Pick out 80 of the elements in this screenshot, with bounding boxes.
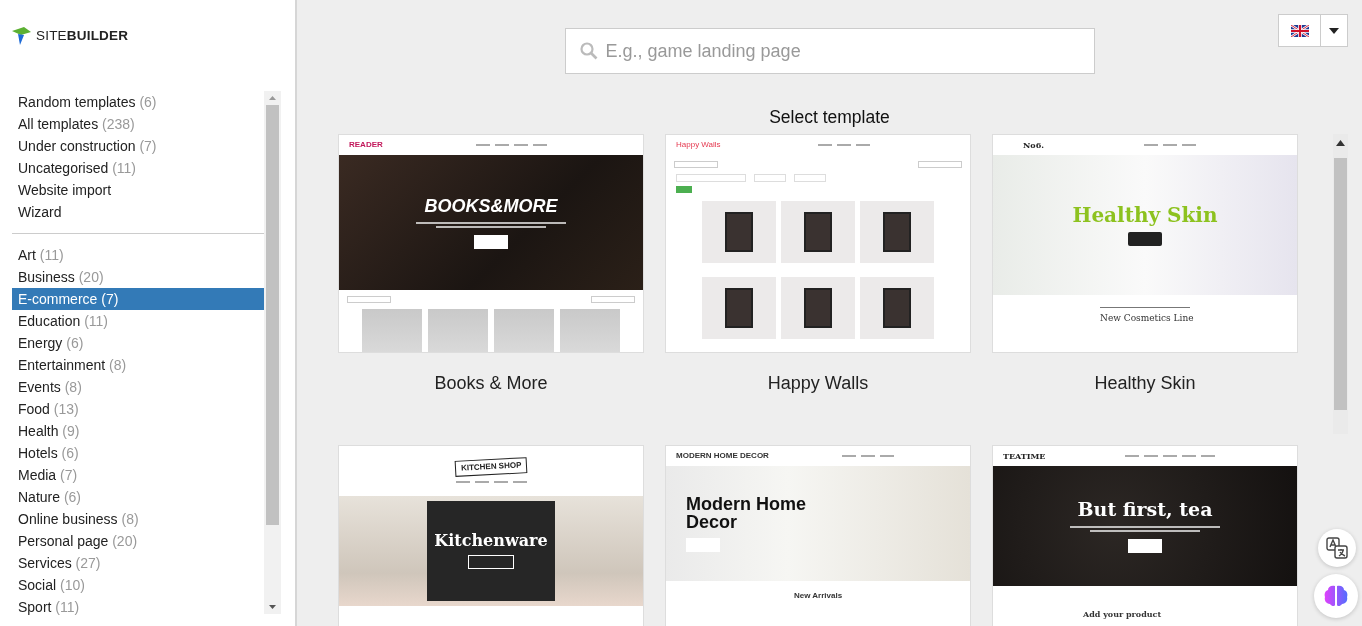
category-link[interactable]: Hotels (6) — [12, 442, 264, 464]
section-title: New Arrivals — [792, 590, 844, 603]
scroll-up-icon[interactable] — [1336, 140, 1345, 147]
site-logo: No6. — [1023, 139, 1044, 152]
book-photo — [428, 309, 488, 353]
category-link[interactable]: Education (11) — [12, 310, 264, 332]
scrollbar[interactable] — [264, 91, 281, 614]
search-field[interactable]: E.g., game landing page — [564, 28, 1095, 74]
logo-icon — [12, 26, 32, 46]
section-title: Add your product — [1082, 608, 1163, 621]
hero-button — [1128, 538, 1162, 553]
template-preview[interactable]: READER BOOKS&MORE — [338, 134, 644, 354]
assistant-button[interactable] — [1314, 574, 1358, 618]
category-link[interactable]: Food (13) — [12, 398, 264, 420]
scrollbar[interactable] — [1333, 134, 1348, 435]
hero-button — [468, 555, 514, 570]
template-name: Happy Walls — [766, 372, 870, 396]
category-link[interactable]: Nature (6) — [12, 486, 264, 508]
hero-button — [1128, 231, 1162, 246]
category-link[interactable]: Sport (11) — [12, 596, 264, 618]
translate-button[interactable] — [1318, 529, 1356, 567]
hero-headline: Kitchenware — [434, 533, 548, 550]
category-link[interactable]: Social (10) — [12, 574, 264, 596]
hero-headline: BOOKS&MORE — [424, 196, 558, 215]
logo-text: SITEBUILDER — [36, 26, 129, 45]
caret-icon — [1329, 27, 1339, 34]
filter-select — [347, 296, 391, 304]
book-photo — [560, 309, 620, 353]
sort-select — [918, 161, 962, 169]
category-link[interactable]: Website import — [12, 179, 264, 201]
template-name: Healthy Skin — [1093, 372, 1197, 396]
template-name: Books & More — [433, 372, 549, 396]
search-icon — [579, 42, 598, 60]
template-preview[interactable]: No6. Healthy Skin New Cosmetics Line — [992, 134, 1298, 354]
filter-select — [674, 161, 718, 169]
site-logo: READER — [349, 139, 383, 152]
category-link[interactable]: Services (27) — [12, 552, 264, 574]
nav-links-drawing — [476, 144, 548, 147]
site-logo: Happy Walls — [676, 139, 721, 152]
hero-headline: Modern Home Decor — [686, 495, 807, 532]
category-link[interactable]: E-commerce (7) — [12, 288, 264, 310]
template-preview[interactable]: TEATIME But first, tea Add your product — [992, 445, 1298, 626]
hero-button — [474, 234, 508, 249]
category-link[interactable]: Media (7) — [12, 464, 264, 486]
category-link[interactable]: All templates (238) — [12, 113, 264, 135]
category-link[interactable]: Art (11) — [12, 244, 264, 266]
price-to-field — [794, 174, 826, 183]
template-preview[interactable]: MODERN HOME DECOR Modern Home Decor New Arrivals — [665, 445, 971, 626]
search-button — [676, 186, 692, 194]
language-selector[interactable] — [1278, 14, 1348, 47]
category-link[interactable]: Random templates (6) — [12, 91, 264, 113]
flag-icon — [1290, 24, 1309, 37]
sort-select — [591, 296, 635, 304]
category-link[interactable]: Business (20) — [12, 266, 264, 288]
brain-icon — [1323, 584, 1349, 608]
category-link[interactable]: Wizard — [12, 201, 264, 223]
site-logo: MODERN HOME DECOR — [676, 450, 769, 463]
nav-links-drawing — [842, 455, 895, 458]
nav-links-drawing — [455, 481, 527, 484]
hero-headline: But first, tea — [1077, 499, 1213, 519]
book-photo — [494, 309, 554, 353]
category-link[interactable]: Energy (6) — [12, 332, 264, 354]
template-preview[interactable]: Happy Walls — [665, 134, 971, 354]
category-link[interactable]: Entertainment (8) — [12, 354, 264, 376]
category-link[interactable]: Health (9) — [12, 420, 264, 442]
template-preview[interactable]: KITCHEN SHOP Kitchenware — [338, 445, 644, 626]
category-link[interactable]: Under construction (7) — [12, 135, 264, 157]
category-link[interactable]: Personal page (20) — [12, 530, 264, 552]
price-from-field — [754, 174, 786, 183]
hero-headline: Healthy Skin — [1072, 204, 1218, 225]
book-photo — [362, 309, 422, 353]
category-link[interactable]: Events (8) — [12, 376, 264, 398]
category-link[interactable]: Uncategorised (11) — [12, 157, 264, 179]
site-logo: TEATIME — [1003, 450, 1046, 463]
text-search-field — [676, 174, 746, 183]
category-link[interactable]: Online business (8) — [12, 508, 264, 530]
nav-links-drawing — [818, 144, 871, 147]
translate-icon — [1326, 537, 1348, 559]
section-heading: Select template — [768, 106, 891, 129]
nav-links-drawing — [1143, 144, 1196, 147]
